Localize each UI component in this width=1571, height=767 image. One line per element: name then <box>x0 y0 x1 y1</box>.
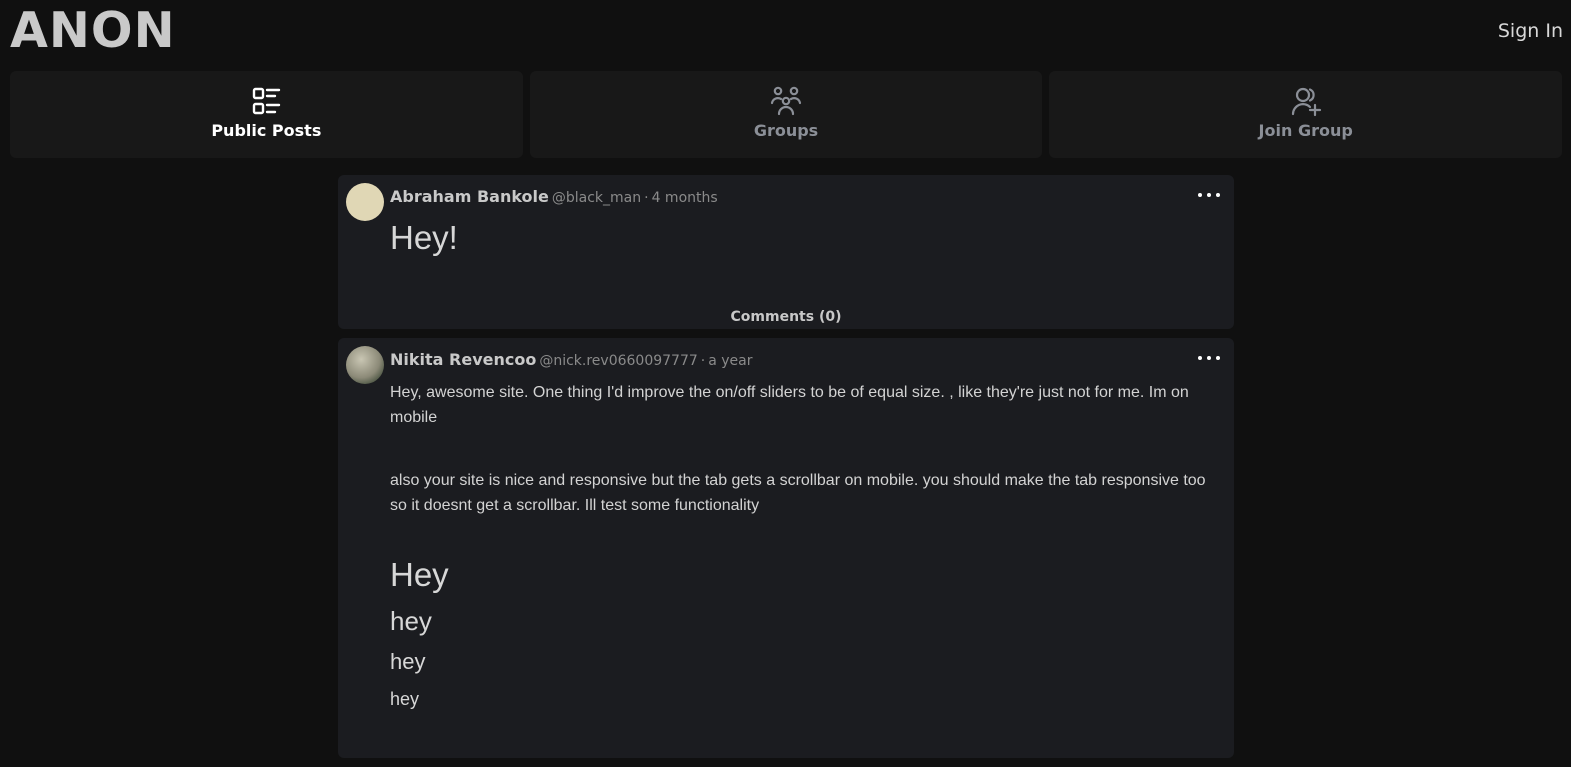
tab-public-posts[interactable]: Public Posts <box>10 71 523 158</box>
groups-icon <box>770 86 802 116</box>
post-heading-3: hey <box>390 649 426 674</box>
more-options-icon[interactable] <box>1198 188 1220 202</box>
author-handle[interactable]: @nick.rev0660097777 <box>539 353 697 369</box>
post-feed: Abraham Bankole @black_man · 4 months He… <box>338 175 1234 767</box>
sign-in-link[interactable]: Sign In <box>1498 20 1563 42</box>
author-name[interactable]: Abraham Bankole <box>390 187 549 206</box>
post-heading-2: hey <box>390 606 432 636</box>
post-meta: Abraham Bankole @black_man · 4 months <box>390 187 718 206</box>
tab-groups[interactable]: Groups <box>529 71 1043 158</box>
tab-label: Groups <box>753 121 819 140</box>
post-heading-1: Hey <box>390 556 449 593</box>
avatar[interactable] <box>346 183 384 221</box>
main-tabs: Public Posts Groups Join Group <box>10 71 1563 158</box>
comments-button[interactable]: Comments (0) <box>338 309 1234 325</box>
tab-label: Join Group <box>1258 121 1353 140</box>
post-meta: Nikita Revencoo @nick.rev0660097777 · a … <box>390 350 752 369</box>
post-time: a year <box>708 353 753 369</box>
list-icon <box>253 87 281 115</box>
tab-label: Public Posts <box>211 121 322 140</box>
post-card: Abraham Bankole @black_man · 4 months He… <box>338 175 1234 329</box>
post-paragraph: also your site is nice and responsive bu… <box>390 472 1206 514</box>
tab-join-group[interactable]: Join Group <box>1049 71 1563 158</box>
post-body: Hey, awesome site. One thing I'd improve… <box>390 380 1212 710</box>
post-card: Nikita Revencoo @nick.rev0660097777 · a … <box>338 338 1234 758</box>
meta-separator: · <box>700 353 706 369</box>
post-paragraph: Hey, awesome site. One thing I'd improve… <box>390 384 1189 426</box>
app-logo[interactable]: ANON <box>10 2 176 59</box>
author-name[interactable]: Nikita Revencoo <box>390 350 536 369</box>
meta-separator: · <box>644 190 649 206</box>
user-plus-icon <box>1291 87 1321 117</box>
post-time: 4 months <box>651 190 718 206</box>
more-options-icon[interactable] <box>1198 351 1220 365</box>
post-heading-4: hey <box>390 689 420 709</box>
avatar[interactable] <box>346 346 384 384</box>
post-heading: Hey! <box>390 219 458 256</box>
author-handle[interactable]: @black_man <box>552 190 641 206</box>
